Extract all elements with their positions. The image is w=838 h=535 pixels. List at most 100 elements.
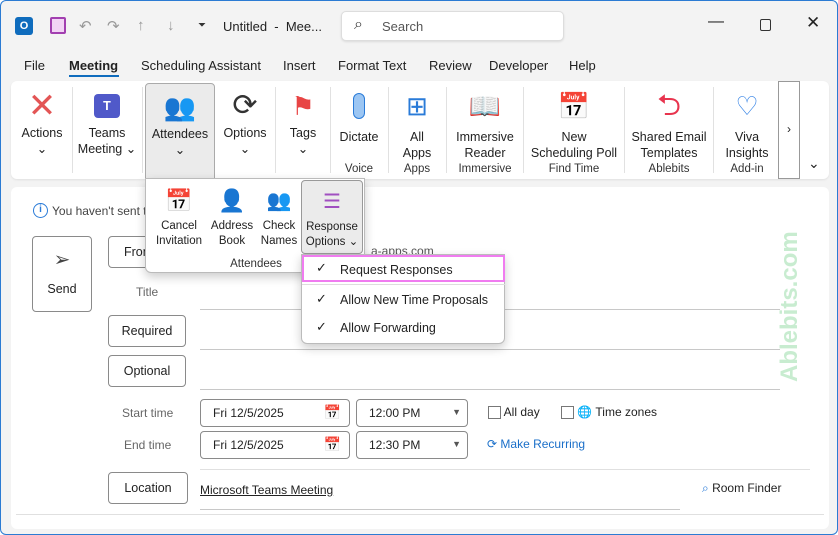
info-icon: i <box>33 203 48 218</box>
check-names-icon: 👥 <box>266 190 292 212</box>
tab-meeting[interactable]: Meeting <box>69 58 118 73</box>
response-options-button[interactable]: ☰ Response Options ⌄ <box>301 180 363 254</box>
location-value[interactable]: Microsoft Teams Meeting <box>200 483 333 497</box>
shared-email-templates-button[interactable]: ⮌ Shared Email Templates <box>627 87 711 161</box>
start-time-label: Start time <box>122 406 174 420</box>
new-scheduling-poll-button[interactable]: 📅 New Scheduling Poll <box>526 87 622 161</box>
immersive-reader-icon: 📖 <box>468 91 502 121</box>
required-input[interactable] <box>200 349 780 350</box>
options-sync-icon: ⟳ <box>232 89 258 122</box>
address-book-button[interactable]: 👤 Address Book <box>208 183 256 249</box>
start-time-dropdown[interactable]: 12:00 PM ▼ <box>356 399 468 427</box>
tags-button[interactable]: ⚑ Tags ⌄ <box>279 87 327 157</box>
delete-x-icon: ✕ <box>27 87 57 125</box>
shared-templates-icon: ⮌ <box>656 89 682 122</box>
location-button[interactable]: Location <box>108 472 188 504</box>
calendar-icon[interactable]: 📅 <box>324 436 341 453</box>
end-time-dropdown[interactable]: 12:30 PM ▼ <box>356 431 468 459</box>
divider <box>713 87 714 173</box>
globe-icon: 🌐 <box>577 405 593 419</box>
ablebits-watermark: Ablebits.com <box>776 231 803 382</box>
close-button[interactable]: ✕ <box>806 13 820 33</box>
divider <box>446 87 447 173</box>
divider <box>523 87 524 173</box>
check-icon: ✓ <box>316 291 327 306</box>
end-date-field[interactable]: Fri 12/5/2025 📅 <box>200 431 350 459</box>
all-apps-button[interactable]: ⊞ All Apps <box>391 87 443 161</box>
tab-file[interactable]: File <box>24 58 45 73</box>
meeting-form: i You haven't sent t ➢ Send From a-apps.… <box>11 187 829 529</box>
divider <box>330 87 331 173</box>
maximize-button[interactable] <box>760 19 771 31</box>
attendees-button[interactable]: 👥 Attendees ⌄ <box>145 83 215 179</box>
ribbon-expand-chevron-icon[interactable]: ⌄ <box>808 155 820 172</box>
cancel-invitation-button[interactable]: 📅 Cancel Invitation <box>150 183 208 249</box>
teams-meeting-button[interactable]: T Teams Meeting ⌄ <box>75 87 139 157</box>
immersive-reader-button[interactable]: 📖 Immersive Reader <box>449 87 521 161</box>
room-finder-button[interactable]: ⌕ Room Finder <box>702 481 781 496</box>
info-message: You haven't sent t <box>52 204 147 218</box>
ribbon-scroll-right-button[interactable]: › <box>778 81 800 179</box>
divider <box>16 514 824 515</box>
end-time-label: End time <box>124 438 172 452</box>
group-add-in: Add-in <box>730 163 764 175</box>
tab-insert[interactable]: Insert <box>283 58 316 73</box>
menu-item-allow-new-time-proposals[interactable]: ✓ Allow New Time Proposals <box>302 286 505 313</box>
menu-item-allow-forwarding[interactable]: ✓ Allow Forwarding <box>302 314 505 341</box>
options-button[interactable]: ⟳ Options ⌄ <box>218 87 272 157</box>
save-icon[interactable] <box>50 17 66 34</box>
tab-format-text[interactable]: Format Text <box>338 58 406 73</box>
attendees-icon: 👥 <box>163 92 197 122</box>
check-names-button[interactable]: 👥 Check Names <box>256 183 302 249</box>
dictate-button[interactable]: Dictate <box>333 87 385 145</box>
calendar-chart-icon: 📅 <box>557 91 591 121</box>
redo-icon[interactable]: ↷ <box>107 17 120 35</box>
required-button[interactable]: Required <box>108 315 186 347</box>
response-options-icon: ☰ <box>323 191 341 213</box>
search-placeholder: Search <box>382 19 424 34</box>
outlook-meeting-window: O ↶ ↷ ↑ ↓ ⏷ Untitled - Mee... ⌕ Search —… <box>0 0 838 535</box>
menu-item-request-responses[interactable]: ✓ Request Responses <box>302 255 505 282</box>
divider <box>624 87 625 173</box>
viva-insights-button[interactable]: ♡ Viva Insights <box>716 87 778 161</box>
divider <box>200 469 810 470</box>
optional-button[interactable]: Optional <box>108 355 186 387</box>
undo-icon[interactable]: ↶ <box>79 17 92 35</box>
check-icon: ✓ <box>316 319 327 334</box>
minimize-button[interactable]: — <box>708 13 724 31</box>
group-apps: Apps <box>403 163 431 175</box>
calendar-icon[interactable]: 📅 <box>324 404 341 421</box>
tab-help[interactable]: Help <box>569 58 596 73</box>
search-icon: ⌕ <box>354 16 363 33</box>
actions-button[interactable]: ✕ Actions ⌄ <box>15 87 69 157</box>
flag-icon: ⚑ <box>291 91 315 121</box>
response-options-menu: ✓ Request Responses ✓ Allow New Time Propo… <box>301 254 505 344</box>
recurring-icon: ⟳ <box>487 437 498 451</box>
arrow-up-icon[interactable]: ↑ <box>137 17 145 34</box>
title-label: Title <box>136 285 159 299</box>
tab-scheduling-assistant[interactable]: Scheduling Assistant <box>141 58 261 73</box>
make-recurring-link[interactable]: ⟳ Make Recurring <box>487 437 585 451</box>
tab-developer[interactable]: Developer <box>489 58 548 73</box>
calendar-cancel-icon: 📅 <box>165 188 193 213</box>
all-day-checkbox[interactable]: All day <box>488 405 540 420</box>
room-finder-icon: ⌕ <box>702 481 709 495</box>
menu-divider <box>302 284 505 285</box>
window-title: Untitled - Mee... <box>223 19 322 34</box>
optional-input[interactable] <box>200 389 780 390</box>
microphone-icon <box>353 93 365 119</box>
send-button[interactable]: ➢ Send <box>32 236 92 312</box>
location-input-line <box>200 509 680 510</box>
search-box[interactable]: ⌕ Search <box>341 11 564 41</box>
time-zones-checkbox[interactable]: 🌐 Time zones <box>561 405 657 420</box>
divider <box>275 87 276 173</box>
customize-toolbar-icon[interactable]: ⏷ <box>198 20 206 31</box>
viva-insights-icon: ♡ <box>735 91 759 121</box>
tab-review[interactable]: Review <box>429 58 472 73</box>
teams-icon: T <box>94 94 120 118</box>
start-date-field[interactable]: Fri 12/5/2025 📅 <box>200 399 350 427</box>
address-book-icon: 👤 <box>218 188 246 213</box>
group-voice: Voice <box>344 163 374 175</box>
dropdown-arrow-icon: ▼ <box>452 439 461 449</box>
arrow-down-icon[interactable]: ↓ <box>167 17 175 34</box>
